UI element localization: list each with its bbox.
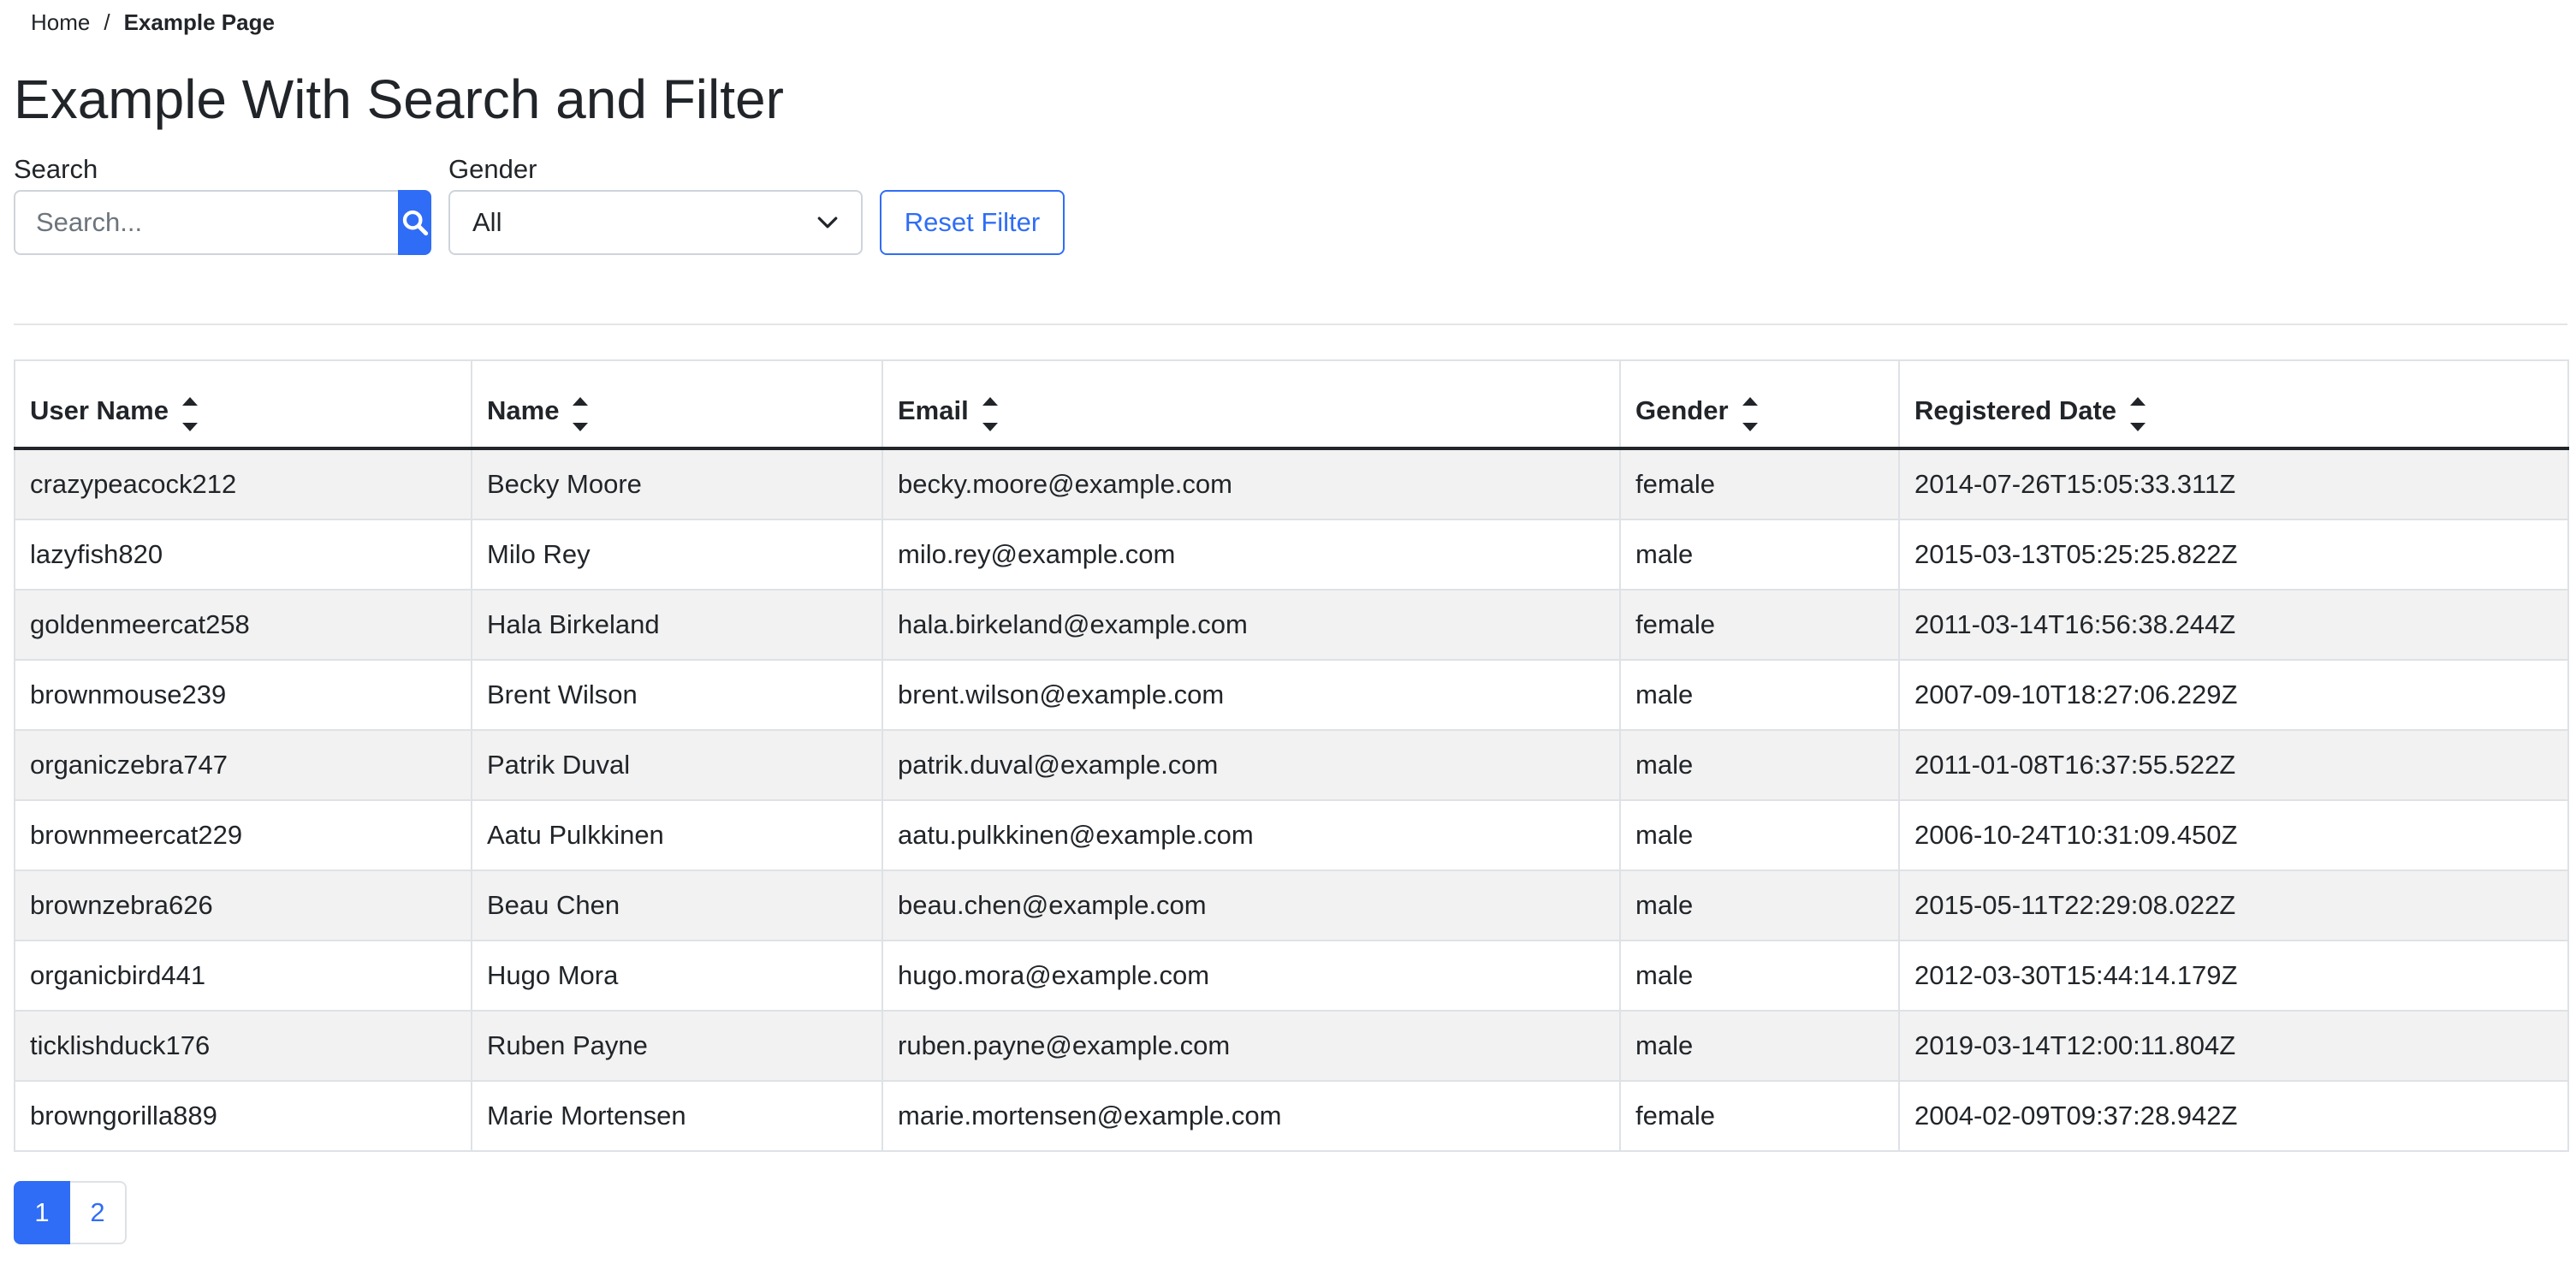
cell-gender: male — [1619, 659, 1900, 731]
cell-email: becky.moore@example.com — [881, 448, 1621, 520]
breadcrumb: Home / Example Page — [31, 9, 275, 36]
column-header-label: Email — [898, 395, 969, 425]
column-header-label: Gender — [1635, 395, 1729, 425]
chevron-down-icon — [817, 217, 838, 228]
table-row: brownmeercat229 Aatu Pulkkinen aatu.pulkki… — [14, 799, 2569, 871]
cell-gender: male — [1619, 1010, 1900, 1082]
column-header-email[interactable]: Email — [881, 359, 1621, 450]
search-input[interactable] — [14, 190, 398, 255]
breadcrumb-home-link[interactable]: Home — [31, 9, 90, 36]
cell-registered-date: 2007-09-10T18:27:06.229Z — [1898, 659, 2569, 731]
cell-name: Ruben Payne — [471, 1010, 883, 1082]
cell-user-name: ticklishduck176 — [14, 1010, 472, 1082]
cell-email: hala.birkeland@example.com — [881, 589, 1621, 661]
cell-name: Becky Moore — [471, 448, 883, 520]
table-row: organiczebra747 Patrik Duval patrik.duval@… — [14, 729, 2569, 801]
cell-user-name: crazypeacock212 — [14, 448, 472, 520]
cell-user-name: browngorilla889 — [14, 1080, 472, 1152]
cell-name: Patrik Duval — [471, 729, 883, 801]
cell-email: milo.rey@example.com — [881, 519, 1621, 590]
cell-gender: male — [1619, 799, 1900, 871]
gender-select-value: All — [472, 207, 502, 237]
cell-gender: male — [1619, 729, 1900, 801]
cell-email: brent.wilson@example.com — [881, 659, 1621, 731]
cell-user-name: brownmeercat229 — [14, 799, 472, 871]
cell-user-name: goldenmeercat258 — [14, 589, 472, 661]
cell-name: Beau Chen — [471, 869, 883, 941]
cell-registered-date: 2011-01-08T16:37:55.522Z — [1898, 729, 2569, 801]
divider — [14, 323, 2567, 325]
column-header-registered-date[interactable]: Registered Date — [1898, 359, 2569, 450]
page-title: Example With Search and Filter — [14, 68, 784, 130]
table-header-row: User Name Name Email Gender Registered Date — [14, 359, 2569, 450]
pagination: 12 — [14, 1181, 127, 1244]
cell-gender: male — [1619, 519, 1900, 590]
sort-icon[interactable] — [573, 397, 589, 431]
cell-registered-date: 2011-03-14T16:56:38.244Z — [1898, 589, 2569, 661]
cell-name: Brent Wilson — [471, 659, 883, 731]
cell-email: ruben.payne@example.com — [881, 1010, 1621, 1082]
cell-user-name: lazyfish820 — [14, 519, 472, 590]
table-row: brownmouse239 Brent Wilson brent.wilson@ex… — [14, 659, 2569, 731]
cell-registered-date: 2014-07-26T15:05:33.311Z — [1898, 448, 2569, 520]
cell-user-name: organicbird441 — [14, 940, 472, 1012]
search-label: Search — [14, 154, 98, 184]
users-table: User Name Name Email Gender Registered Date … — [14, 359, 2569, 1152]
page-button-1[interactable]: 1 — [14, 1181, 70, 1244]
table-row: organicbird441 Hugo Mora hugo.mora@example… — [14, 940, 2569, 1012]
table-row: lazyfish820 Milo Rey milo.rey@example.com m… — [14, 519, 2569, 590]
cell-user-name: brownzebra626 — [14, 869, 472, 941]
search-icon — [402, 210, 428, 236]
cell-gender: male — [1619, 940, 1900, 1012]
cell-name: Milo Rey — [471, 519, 883, 590]
search-button[interactable] — [398, 190, 431, 255]
column-header-user-name[interactable]: User Name — [14, 359, 472, 450]
table-body: crazypeacock212 Becky Moore becky.moore@ex… — [14, 448, 2569, 1152]
cell-email: patrik.duval@example.com — [881, 729, 1621, 801]
cell-name: Hugo Mora — [471, 940, 883, 1012]
cell-name: Aatu Pulkkinen — [471, 799, 883, 871]
cell-email: beau.chen@example.com — [881, 869, 1621, 941]
cell-registered-date: 2006-10-24T10:31:09.450Z — [1898, 799, 2569, 871]
table-row: brownzebra626 Beau Chen beau.chen@example.… — [14, 869, 2569, 941]
sort-icon[interactable] — [1742, 397, 1758, 431]
column-header-gender[interactable]: Gender — [1619, 359, 1900, 450]
page-button-2[interactable]: 2 — [70, 1181, 127, 1244]
cell-gender: female — [1619, 1080, 1900, 1152]
search-group — [14, 190, 431, 255]
column-header-name[interactable]: Name — [471, 359, 883, 450]
reset-filter-button[interactable]: Reset Filter — [880, 190, 1065, 255]
gender-label: Gender — [448, 154, 537, 184]
cell-registered-date: 2019-03-14T12:00:11.804Z — [1898, 1010, 2569, 1082]
cell-email: marie.mortensen@example.com — [881, 1080, 1621, 1152]
cell-email: hugo.mora@example.com — [881, 940, 1621, 1012]
cell-registered-date: 2012-03-30T15:44:14.179Z — [1898, 940, 2569, 1012]
table-row: ticklishduck176 Ruben Payne ruben.payne@ex… — [14, 1010, 2569, 1082]
cell-registered-date: 2004-02-09T09:37:28.942Z — [1898, 1080, 2569, 1152]
cell-user-name: organiczebra747 — [14, 729, 472, 801]
cell-registered-date: 2015-05-11T22:29:08.022Z — [1898, 869, 2569, 941]
cell-registered-date: 2015-03-13T05:25:25.822Z — [1898, 519, 2569, 590]
cell-name: Hala Birkeland — [471, 589, 883, 661]
breadcrumb-current: Example Page — [123, 9, 275, 35]
breadcrumb-separator: / — [104, 9, 110, 35]
cell-gender: female — [1619, 589, 1900, 661]
column-header-label: Name — [487, 395, 560, 425]
cell-user-name: brownmouse239 — [14, 659, 472, 731]
cell-name: Marie Mortensen — [471, 1080, 883, 1152]
gender-select[interactable]: All — [448, 190, 863, 255]
column-header-label: User Name — [30, 395, 169, 425]
sort-icon[interactable] — [982, 397, 998, 431]
table-row: goldenmeercat258 Hala Birkeland hala.birke… — [14, 589, 2569, 661]
sort-icon[interactable] — [2130, 397, 2146, 431]
cell-gender: female — [1619, 448, 1900, 520]
cell-gender: male — [1619, 869, 1900, 941]
sort-icon[interactable] — [181, 397, 198, 431]
table-row: crazypeacock212 Becky Moore becky.moore@ex… — [14, 448, 2569, 520]
table-row: browngorilla889 Marie Mortensen marie.mort… — [14, 1080, 2569, 1152]
column-header-label: Registered Date — [1914, 395, 2117, 425]
cell-email: aatu.pulkkinen@example.com — [881, 799, 1621, 871]
